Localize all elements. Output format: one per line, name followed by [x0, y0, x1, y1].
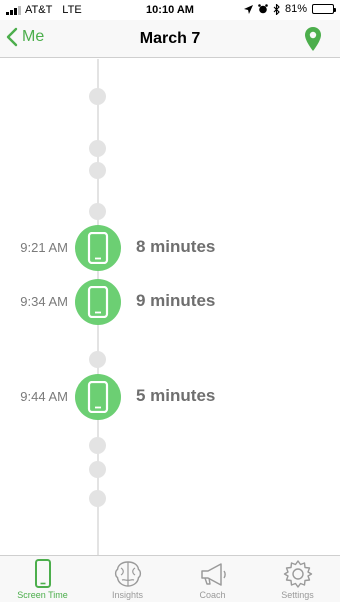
battery-icon	[312, 4, 336, 14]
phone-icon	[34, 559, 51, 588]
session-time: 9:34 AM	[20, 294, 68, 309]
tab-label: Screen Time	[17, 590, 68, 600]
session-badge	[75, 374, 121, 420]
navigation-bar: Me March 7	[0, 20, 340, 58]
page-title: March 7	[139, 30, 201, 47]
phone-icon	[87, 232, 109, 264]
timeline-dot	[89, 351, 106, 368]
timeline-dot	[89, 490, 106, 507]
timeline-dot	[89, 162, 106, 179]
megaphone-icon	[200, 563, 226, 586]
session-row[interactable]: 9:21 AM 8 minutes	[0, 225, 340, 271]
session-row[interactable]: 9:34 AM 9 minutes	[0, 279, 340, 325]
tab-bar: Screen Time Insights Coach Settings	[0, 555, 340, 602]
timeline-dot	[89, 140, 106, 157]
timeline-dot	[89, 437, 106, 454]
alarm-icon	[258, 4, 268, 14]
location-arrow-icon	[243, 4, 253, 14]
tab-label: Coach	[199, 590, 226, 600]
map-pin-icon[interactable]	[304, 26, 322, 52]
timeline-dot	[89, 203, 106, 220]
tab-coach[interactable]: Coach	[170, 556, 255, 602]
session-time: 9:44 AM	[20, 389, 68, 404]
timeline-dot	[89, 461, 106, 478]
battery-percent: 81%	[284, 3, 307, 15]
gear-icon	[283, 560, 312, 588]
session-badge	[75, 279, 121, 325]
tab-label: Settings	[281, 590, 314, 600]
bluetooth-icon	[273, 3, 280, 15]
session-duration: 5 minutes	[136, 386, 216, 405]
tab-insights[interactable]: Insights	[85, 556, 170, 602]
session-duration: 9 minutes	[136, 291, 216, 310]
status-bar: AT&T LTE 10:10 AM 81%	[0, 0, 340, 20]
session-row[interactable]: 9:44 AM 5 minutes	[0, 374, 340, 420]
tab-label: Insights	[111, 590, 144, 600]
session-time: 9:21 AM	[20, 240, 68, 255]
session-badge	[75, 225, 121, 271]
session-duration: 8 minutes	[136, 237, 216, 256]
tab-settings[interactable]: Settings	[255, 556, 340, 602]
brain-icon	[114, 561, 141, 587]
timeline-dot	[89, 88, 106, 105]
phone-icon	[87, 286, 109, 318]
timeline: 9:21 AM 8 minutes 9:34 AM 9 minutes 9:44…	[0, 59, 340, 555]
tab-screen-time[interactable]: Screen Time	[0, 556, 85, 602]
phone-icon	[87, 381, 109, 413]
